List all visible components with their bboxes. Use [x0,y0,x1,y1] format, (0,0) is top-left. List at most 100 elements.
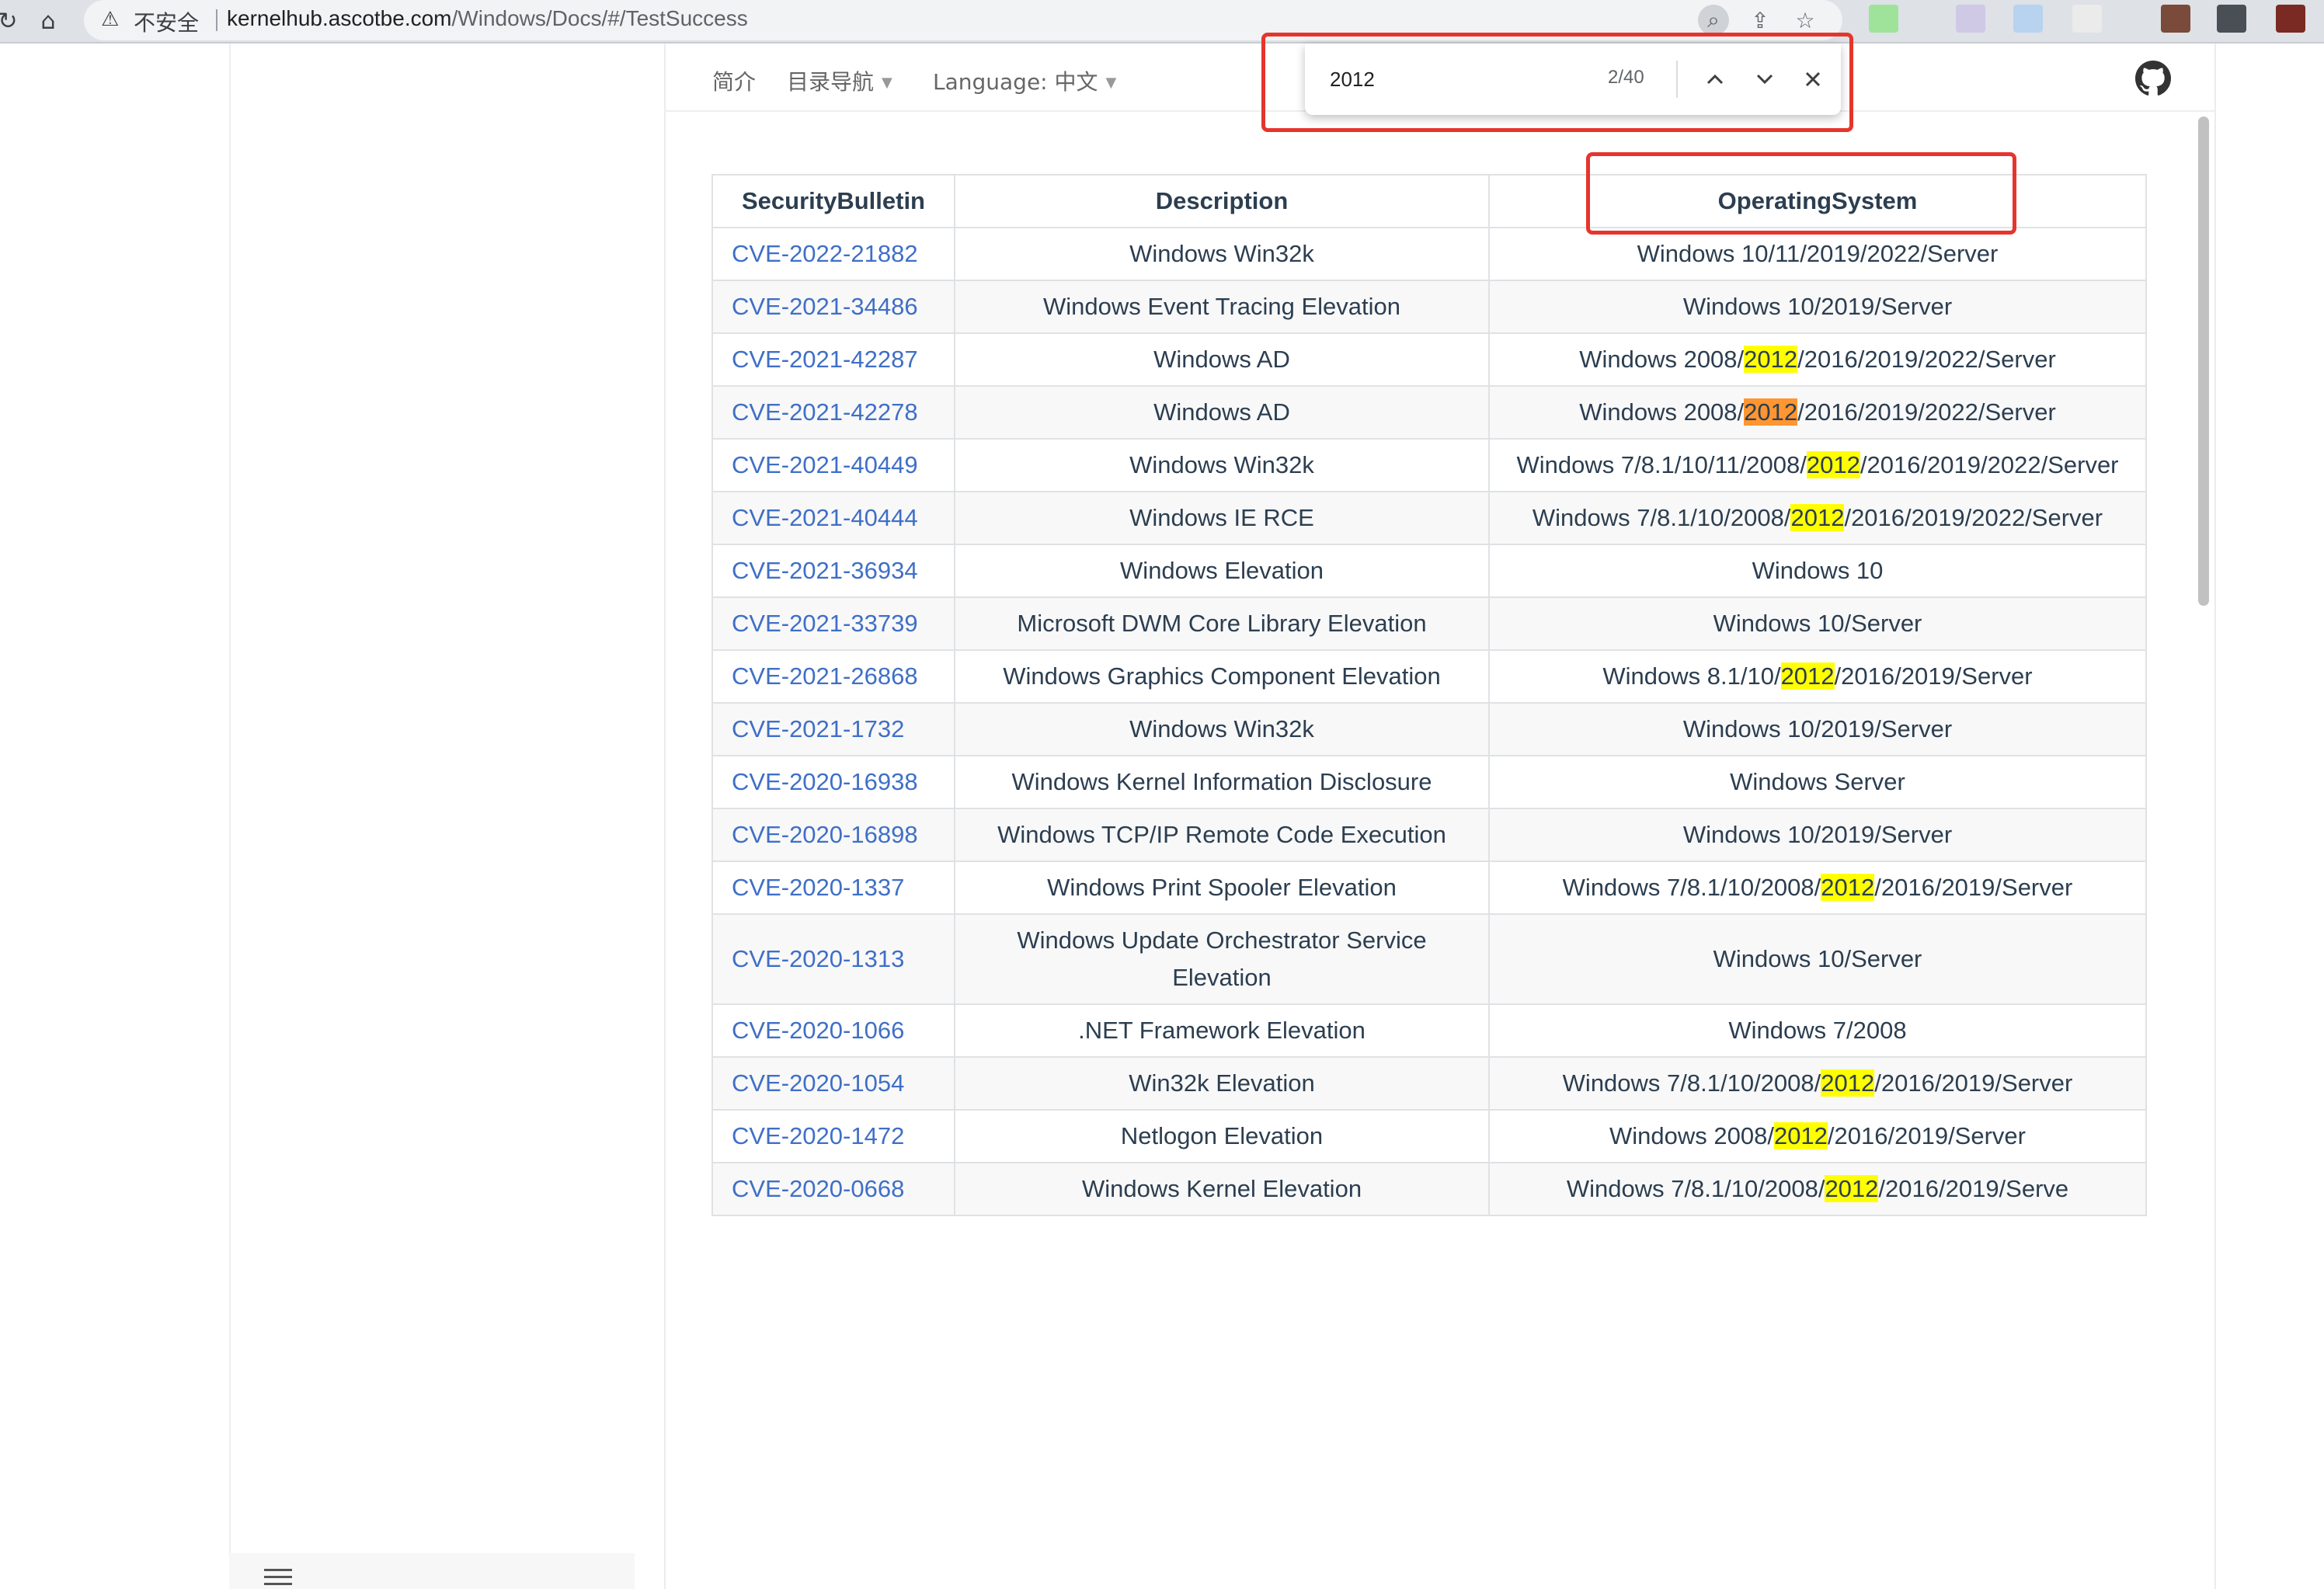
cve-link[interactable]: CVE-2020-16938 [732,768,918,795]
os-text: Windows 10/Server [1713,610,1922,637]
os-text: Windows 10/2019/Server [1682,821,1953,848]
cell-operating-system: Windows 7/8.1/10/11/2008/2012/2016/2019/… [1488,438,2147,492]
table-row: CVE-2021-40449 Windows Win32k Windows 7/8.… [711,438,2147,492]
os-text: Windows 7/8.1/10/2008/ [1566,1175,1825,1202]
table-row: CVE-2020-16898 Windows TCP/IP Remote Code… [711,808,2147,862]
find-in-page-icon[interactable]: ⌕ [1698,5,1729,36]
cell-operating-system: Windows 7/2008 [1488,1003,2147,1058]
cve-link[interactable]: CVE-2020-1337 [732,874,904,901]
cell-operating-system: Windows 8.1/10/2012/2016/2019/Server [1488,649,2147,704]
cell-description: Win32k Elevation [954,1056,1490,1111]
cell-description: Windows Win32k [954,438,1490,492]
cell-security-bulletin: CVE-2021-1732 [711,702,955,756]
extension-icon-dark[interactable] [2217,5,2246,33]
cell-security-bulletin: CVE-2021-36934 [711,544,955,598]
extension-icon-brown[interactable] [2161,5,2190,33]
cell-security-bulletin: CVE-2021-34486 [711,280,955,334]
os-text: Windows 2008/ [1609,1122,1774,1149]
cell-description: Windows Event Tracing Elevation [954,280,1490,334]
scrollbar-thumb[interactable] [2198,116,2209,606]
cell-description: Windows Win32k [954,702,1490,756]
nav-language-label: Language: 中文 [933,69,1098,95]
home-icon[interactable]: ⌂ [33,6,64,37]
find-match-highlight: 2012 [1821,1069,1875,1097]
extension-icon-blue[interactable] [2013,5,2043,33]
cve-link[interactable]: CVE-2020-1472 [732,1122,904,1149]
extension-icon-red[interactable] [2276,5,2305,33]
table-row: CVE-2020-1054 Win32k Elevation Windows 7/8… [711,1056,2147,1111]
find-match-highlight: 2012 [1780,662,1835,690]
table-row: CVE-2021-1732 Windows Win32k Windows 10/20… [711,702,2147,756]
cve-link[interactable]: CVE-2021-42287 [732,346,918,373]
cve-link[interactable]: CVE-2020-1054 [732,1069,904,1097]
table-row: CVE-2020-1337 Windows Print Spooler Eleva… [711,861,2147,915]
os-text: /2016/2019/Server [1874,1069,2073,1097]
extension-icon-green[interactable] [1869,5,1898,33]
cve-link[interactable]: CVE-2020-1313 [732,945,904,972]
chevron-down-icon: ▼ [882,75,892,91]
cell-security-bulletin: CVE-2021-40449 [711,438,955,492]
os-text: Windows 7/8.1/10/2008/ [1562,874,1821,901]
os-text: Windows Server [1730,768,1905,795]
bookmark-star-icon[interactable]: ☆ [1790,5,1821,36]
os-text: /2016/2019/Server [1834,662,2033,690]
os-text: Windows 8.1/10/ [1602,662,1781,690]
find-current-match: 2012 [1744,398,1798,426]
os-text: Windows 7/8.1/10/2008/ [1562,1069,1821,1097]
cve-link[interactable]: CVE-2021-26868 [732,662,918,690]
annotation-box-find [1261,33,1853,132]
nav-intro[interactable]: 简介 [712,65,756,96]
cell-security-bulletin: CVE-2020-16938 [711,755,955,809]
os-text: Windows 10/Server [1713,945,1922,972]
cell-operating-system: Windows 10/11/2019/2022/Server [1488,227,2147,281]
table-row: CVE-2022-21882 Windows Win32k Windows 10/1… [711,227,2147,281]
table-row: CVE-2021-26868 Windows Graphics Component… [711,649,2147,704]
security-label[interactable]: 不安全 [134,6,199,37]
cell-security-bulletin: CVE-2022-21882 [711,227,955,281]
cell-operating-system: Windows 10/2019/Server [1488,280,2147,334]
url-text[interactable]: kernelhub.ascotbe.com/Windows/Docs/#/Tes… [227,6,748,31]
cve-link[interactable]: CVE-2021-1732 [732,715,904,742]
cve-link[interactable]: CVE-2022-21882 [732,240,918,267]
cell-operating-system: Windows 10/2019/Server [1488,702,2147,756]
table-row: CVE-2020-1472 Netlogon Elevation Windows 2… [711,1109,2147,1163]
os-text: Windows 10 [1752,557,1884,584]
cell-operating-system: Windows 10/2019/Server [1488,808,2147,862]
cell-description: Windows Graphics Component Elevation [954,649,1490,704]
os-text: /2016/2019/2022/Server [1844,504,2103,531]
nav-language[interactable]: Language: 中文 ▼ [933,65,1116,96]
share-icon[interactable]: ⇪ [1745,5,1776,36]
cve-link[interactable]: CVE-2021-34486 [732,293,918,320]
table-row: CVE-2021-34486 Windows Event Tracing Elev… [711,280,2147,334]
nav-toc[interactable]: 目录导航 ▼ [787,65,892,96]
menu-toggle-icon[interactable] [264,1569,292,1589]
reload-icon[interactable]: ↻ [0,6,23,37]
url-path: /Windows/Docs/#/TestSuccess [451,6,748,30]
cve-link[interactable]: CVE-2021-42278 [732,398,918,426]
cell-description: Netlogon Elevation [954,1109,1490,1163]
cve-link[interactable]: CVE-2021-40444 [732,504,918,531]
extension-icon-lavender[interactable] [1956,5,1985,33]
cve-link[interactable]: CVE-2021-36934 [732,557,918,584]
cve-link[interactable]: CVE-2020-1066 [732,1017,904,1044]
cve-link[interactable]: CVE-2020-0668 [732,1175,904,1202]
table-row: CVE-2020-1313 Windows Update Orchestrator… [711,913,2147,1005]
cve-link[interactable]: CVE-2020-16898 [732,821,918,848]
os-text: Windows 10/2019/Server [1682,293,1953,320]
browser-toolbar: ↻ ⌂ ⚠ 不安全 kernelhub.ascotbe.com/Windows/… [0,0,2324,43]
table-row: CVE-2020-1066 .NET Framework Elevation Win… [711,1003,2147,1058]
cell-description: Windows AD [954,385,1490,440]
bulletin-table: SecurityBulletin Description OperatingSy… [711,174,2147,1216]
url-host: kernelhub.ascotbe.com [227,6,452,30]
os-text: Windows 7/8.1/10/2008/ [1532,504,1791,531]
cve-link[interactable]: CVE-2021-40449 [732,451,918,478]
extension-icon-gray[interactable] [2072,5,2102,33]
cell-description: Windows Print Spooler Elevation [954,861,1490,915]
cell-operating-system: Windows 2008/2012/2016/2019/Server [1488,1109,2147,1163]
table-row: CVE-2020-0668 Windows Kernel Elevation Win… [711,1162,2147,1216]
cell-security-bulletin: CVE-2021-26868 [711,649,955,704]
github-icon[interactable] [2135,61,2171,96]
warning-icon[interactable]: ⚠ [101,8,119,31]
os-text: /2016/2019/Server [1874,874,2073,901]
cve-link[interactable]: CVE-2021-33739 [732,610,918,637]
